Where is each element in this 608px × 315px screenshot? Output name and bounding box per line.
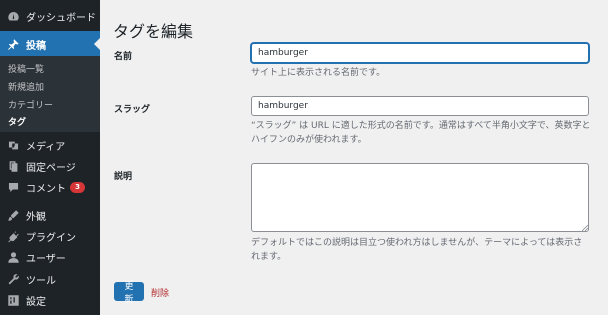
posts-submenu: 投稿一覧 新規追加 カテゴリー タグ <box>0 56 100 132</box>
description-help-text: デフォルトではこの説明は目立つ使われ方はしませんが、テーマによっては表示されます… <box>251 238 583 262</box>
name-help-text: サイト上に表示される名前です。 <box>251 68 386 78</box>
pages-icon <box>6 159 20 173</box>
submenu-item-tags[interactable]: タグ <box>8 115 26 128</box>
submenu-item-categories[interactable]: カテゴリー <box>8 98 53 111</box>
slug-label: スラッグ <box>114 105 151 115</box>
menu-label: ユーザー <box>26 253 66 265</box>
menu-label: メディア <box>26 141 66 153</box>
update-button[interactable]: 更新 <box>114 282 144 305</box>
submenu-item-add-new[interactable]: 新規追加 <box>8 80 44 93</box>
user-icon <box>6 250 20 264</box>
delete-link[interactable]: 削除 <box>151 286 169 299</box>
media-icon <box>6 138 20 152</box>
paintbrush-icon <box>6 208 20 222</box>
comments-count-badge: 3 <box>70 181 85 193</box>
submenu-item-all-posts[interactable]: 投稿一覧 <box>8 62 44 75</box>
menu-item-dashboard[interactable]: ダッシュボード <box>0 3 100 29</box>
menu-item-settings[interactable]: 設定 <box>0 287 100 313</box>
description-textarea[interactable] <box>251 163 589 232</box>
menu-label: コメント <box>26 183 66 195</box>
slug-help-text: “スラッグ” は URL に適した形式の名前です。通常はすべて半角小文字で、英数… <box>251 121 591 145</box>
comment-bubble-icon <box>6 180 20 194</box>
dashboard-gauge-icon <box>6 9 20 23</box>
menu-item-comments[interactable]: コメント 3 <box>0 174 100 200</box>
wrench-icon <box>6 272 20 286</box>
menu-label: 外観 <box>26 211 46 223</box>
menu-label: ツール <box>26 275 56 287</box>
slug-input[interactable] <box>251 96 589 116</box>
menu-item-posts[interactable]: 投稿 <box>0 31 100 57</box>
resize-grip-icon[interactable] <box>582 225 588 231</box>
menu-label: 設定 <box>26 296 46 308</box>
plug-icon <box>6 229 20 243</box>
menu-label: ダッシュボード <box>26 12 96 24</box>
name-label: 名前 <box>114 52 133 62</box>
name-input[interactable] <box>251 43 589 63</box>
pushpin-icon <box>6 37 20 51</box>
description-label: 説明 <box>114 172 133 182</box>
page-title: タグを編集 <box>113 21 194 41</box>
menu-label: プラグイン <box>26 232 76 244</box>
menu-label: 投稿 <box>26 40 46 52</box>
menu-label: 固定ページ <box>26 162 76 174</box>
settings-sliders-icon <box>6 293 20 307</box>
admin-sidebar: ダッシュボード 投稿 投稿一覧 新規追加 カテゴリー タグ メディア 固定ページ… <box>0 0 100 315</box>
